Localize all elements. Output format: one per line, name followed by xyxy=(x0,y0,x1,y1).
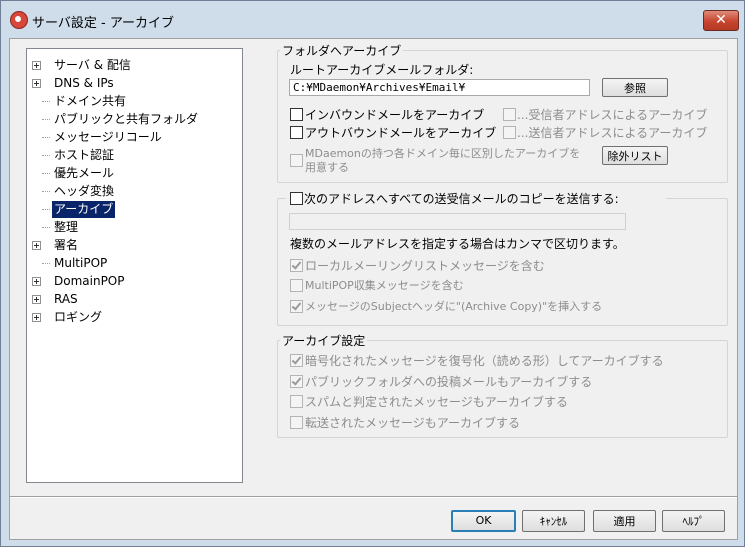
spam-label: スパムと判定されたメッセージもアーカイブする xyxy=(305,395,569,409)
tree-item-label: 署名 xyxy=(54,238,79,252)
app-icon xyxy=(10,11,28,29)
settings-window: サーバ設定 - アーカイブ ✕ サーバ & 配信 DNS & IPs ドメイン共有パ… xyxy=(0,0,745,547)
cancel-button[interactable]: ｷｬﾝｾﾙ xyxy=(522,510,585,532)
tree-item-label: 整理 xyxy=(54,220,79,234)
dialog-body: サーバ & 配信 DNS & IPs ドメイン共有 パブリックと共有フォルダ メッセージ… xyxy=(9,38,738,540)
spam-checkbox[interactable] xyxy=(290,395,303,408)
outbound-archive-label: アウトバウンドメールをアーカイブ xyxy=(305,126,497,140)
by-recipient-label: ...受信者アドレスによるアーカイブ xyxy=(517,108,708,122)
tree-item[interactable]: ホスト認証 xyxy=(27,147,237,164)
tree-connector xyxy=(42,209,50,210)
tree-item-label: MultiPOP xyxy=(54,256,108,270)
tree-item[interactable]: RAS xyxy=(27,291,237,308)
tree-item[interactable]: 署名 xyxy=(27,237,237,254)
tree-item-label: RAS xyxy=(54,292,78,306)
copy-address-input[interactable] xyxy=(289,213,626,230)
tree-connector xyxy=(42,137,50,138)
tree-connector xyxy=(42,263,50,264)
include-list-checkbox[interactable] xyxy=(290,259,303,272)
tree-item[interactable]: DomainPOP xyxy=(27,273,237,290)
browse-button[interactable]: 参照 xyxy=(602,78,668,97)
tree-item[interactable]: メッセージリコール xyxy=(27,129,237,146)
by-sender-label: ...送信者アドレスによるアーカイブ xyxy=(517,126,708,140)
tree-item[interactable]: ヘッダ変換 xyxy=(27,183,237,200)
close-icon: ✕ xyxy=(715,12,727,28)
tree-item-label: メッセージリコール xyxy=(54,130,162,144)
exclude-list-button[interactable]: 除外リスト xyxy=(602,146,668,165)
apply-button[interactable]: 適用 xyxy=(593,510,656,532)
root-folder-label: ルートアーカイブメールフォルダ: xyxy=(290,63,474,77)
expand-plus-icon[interactable] xyxy=(32,313,41,322)
tree-item-label: ホスト認証 xyxy=(54,148,115,162)
expand-plus-icon[interactable] xyxy=(32,79,41,88)
close-button[interactable]: ✕ xyxy=(703,10,739,31)
decrypt-checkbox[interactable] xyxy=(290,354,303,367)
tree-item[interactable]: パブリックと共有フォルダ xyxy=(27,111,237,128)
tree-item[interactable]: 整理 xyxy=(27,219,237,236)
archive-settings-group-title: アーカイブ設定 xyxy=(280,332,368,349)
tree-item-label: サーバ & 配信 xyxy=(54,58,131,72)
help-button[interactable]: ﾍﾙﾌﾟ xyxy=(662,510,725,532)
window-title: サーバ設定 - アーカイブ xyxy=(32,16,175,31)
public-folder-label: パブリックフォルダへの投稿メールもアーカイブする xyxy=(305,375,593,389)
outbound-archive-checkbox[interactable] xyxy=(290,126,303,139)
public-folder-checkbox[interactable] xyxy=(290,375,303,388)
root-folder-input[interactable]: C:¥MDaemon¥Archives¥Email¥ xyxy=(289,79,590,96)
forwarded-label: 転送されたメッセージもアーカイブする xyxy=(305,416,521,430)
expand-plus-icon[interactable] xyxy=(32,241,41,250)
by-sender-checkbox[interactable] xyxy=(503,126,516,139)
tree-connector xyxy=(42,155,50,156)
expand-plus-icon[interactable] xyxy=(32,277,41,286)
settings-tree[interactable]: サーバ & 配信 DNS & IPs ドメイン共有パブリックと共有フォルダ メッセージ… xyxy=(26,48,243,483)
ok-button[interactable]: OK xyxy=(451,510,516,532)
tree-connector xyxy=(42,173,50,174)
tree-item-label: ロギング xyxy=(54,310,103,324)
tree-connector xyxy=(42,227,50,228)
include-multipop-label: MultiPOP収集メッセージを含む xyxy=(305,279,464,292)
footer-divider xyxy=(10,496,737,498)
tree-item-label: ヘッダ変換 xyxy=(54,184,115,198)
decrypt-label: 暗号化されたメッセージを復号化（読める形）してアーカイブする xyxy=(305,354,664,368)
forwarded-checkbox[interactable] xyxy=(290,416,303,429)
tree-item[interactable]: MultiPOP xyxy=(27,255,237,272)
tree-connector xyxy=(42,119,50,120)
copy-group-title: 次のアドレスへすべての送受信メールのコピーを送信する: xyxy=(286,187,666,207)
tree-item-label: ドメイン共有 xyxy=(54,94,127,108)
expand-plus-icon[interactable] xyxy=(32,61,41,70)
tree-item-label: 優先メール xyxy=(54,166,115,180)
tree-item[interactable]: アーカイブ xyxy=(27,201,237,218)
inbound-archive-checkbox[interactable] xyxy=(290,108,303,121)
tree-item[interactable]: DNS & IPs xyxy=(27,75,237,92)
tree-item-label: パブリックと共有フォルダ xyxy=(54,112,199,126)
tree-item[interactable]: ロギング xyxy=(27,309,237,326)
per-domain-checkbox[interactable] xyxy=(290,154,303,167)
expand-plus-icon[interactable] xyxy=(32,295,41,304)
tree-item-label: DomainPOP xyxy=(54,274,125,288)
tree-connector xyxy=(42,191,50,192)
tree-item-label: DNS & IPs xyxy=(54,76,114,90)
insert-subject-checkbox[interactable] xyxy=(290,300,303,313)
address-hint: 複数のメールアドレスを指定する場合はカンマで区切ります。 xyxy=(290,237,625,251)
archive-folder-group-title: フォルダへアーカイブ xyxy=(280,42,404,59)
tree-item[interactable]: サーバ & 配信 xyxy=(27,57,237,74)
tree-item[interactable]: 優先メール xyxy=(27,165,237,182)
tree-item-label: アーカイブ xyxy=(52,201,116,218)
include-multipop-checkbox[interactable] xyxy=(290,279,303,292)
tree-connector xyxy=(42,101,50,102)
send-copy-checkbox[interactable] xyxy=(290,192,303,205)
by-recipient-checkbox[interactable] xyxy=(503,108,516,121)
inbound-archive-label: インバウンドメールをアーカイブ xyxy=(305,108,485,122)
tree-item[interactable]: ドメイン共有 xyxy=(27,93,237,110)
title-bar[interactable]: サーバ設定 - アーカイブ ✕ xyxy=(1,1,744,39)
send-copy-label: 次のアドレスへすべての送受信メールのコピーを送信する: xyxy=(304,192,619,206)
insert-subject-label: メッセージのSubjectヘッダに"(Archive Copy)"を挿入する xyxy=(305,300,603,313)
per-domain-label-line2: 用意する xyxy=(305,161,349,174)
include-list-label: ローカルメーリングリストメッセージを含む xyxy=(305,259,545,273)
